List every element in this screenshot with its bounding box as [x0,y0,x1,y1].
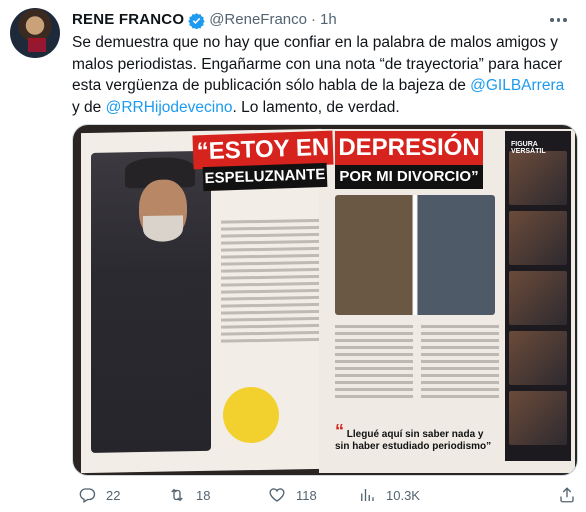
tweet-text-part: . Lo lamento, de verdad. [232,98,400,116]
mention-rrhijodevecino[interactable]: @RRHijodevecino [106,99,233,116]
author-name[interactable]: RENE FRANCO [72,10,184,30]
reply-icon [79,488,96,503]
retweet-icon [171,488,183,502]
couple-photo [335,195,495,315]
tweet-header: RENE FRANCO @ReneFranco · 1h [72,10,337,30]
like-button[interactable]: 118 [268,486,317,504]
like-count: 118 [296,487,317,503]
headline-right-2: POR MI DIVORCIO” [335,165,483,189]
author-handle[interactable]: @ReneFranco [209,10,307,30]
article-text-lines [335,325,413,402]
sidebar-photo [509,211,567,265]
headline-left-2: ESPELUZNANTE [202,162,328,192]
article-text-lines [221,218,321,347]
article-text-lines [421,325,499,402]
sidebar-photo [509,391,567,445]
author-avatar[interactable] [10,8,60,58]
beard [143,215,183,243]
retweet-button[interactable]: 18 [168,486,210,504]
man-photo [91,150,211,453]
tweet-text: Se demuestra que no hay que confiar en l… [72,32,576,118]
sidebar-photo [509,151,567,205]
tweet-media-image[interactable]: “ESTOY EN ESPELUZNANTE DEPRESIÓN POR MI … [72,124,578,476]
tweet-time[interactable]: 1h [320,10,337,30]
tweet-text-part: y de [72,98,106,116]
mention-gilbarrera[interactable]: @GILBArrera [470,77,564,94]
quote-text: Llegué aquí sin saber nada y sin haber e… [335,429,492,452]
share-button[interactable] [558,486,576,504]
sidebar-photo [509,331,567,385]
reply-count: 22 [106,487,121,503]
tweet-actions: 22 18 118 10.3K [72,484,578,508]
avatar-flag [28,38,46,52]
like-icon [269,488,285,502]
reply-button[interactable]: 22 [78,486,120,504]
share-icon [560,487,574,503]
magazine-quote: “ Llegué aquí sin saber nada y sin haber… [335,421,492,452]
views-icon [361,489,374,501]
views-button[interactable]: 10.3K [358,486,420,504]
separator-dot: · [310,11,316,28]
more-icon[interactable] [550,12,568,28]
headline-right-1: DEPRESIÓN [335,131,483,165]
sidebar-label: FIGURA VERSÁTIL [511,141,546,155]
magazine-sidebar: FIGURA VERSÁTIL [505,131,571,461]
sidebar-photo [509,271,567,325]
views-count: 10.3K [386,487,420,503]
verified-badge-icon [188,12,205,29]
retweet-count: 18 [196,487,211,503]
